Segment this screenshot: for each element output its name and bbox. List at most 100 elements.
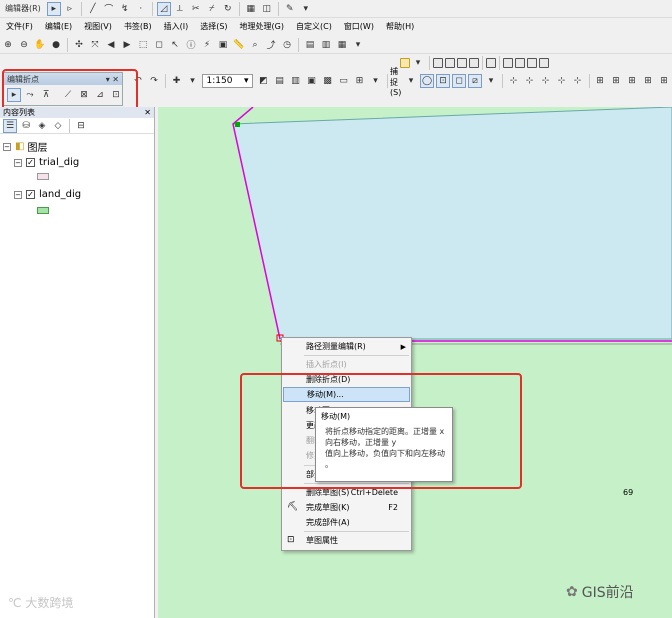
menu-edit[interactable]: 编辑(E) [39,20,78,34]
menu-help[interactable]: 帮助(H) [380,20,420,34]
zoom-in-icon[interactable]: ⊕ [1,38,15,52]
route-icon[interactable]: ⤴ [264,38,278,52]
python-icon[interactable]: ▭ [337,74,351,88]
table-5-icon[interactable]: ⊞ [657,74,671,88]
html-popup-icon[interactable]: ▣ [216,38,230,52]
edit-tool-icon[interactable]: ▸ [46,1,61,16]
layer-visibility-checkbox[interactable]: ✓ [26,190,35,199]
layer-symbol-swatch[interactable] [37,207,49,214]
map-canvas[interactable]: 69 [158,107,672,618]
modelbuilder-icon[interactable]: ⊞ [353,74,367,88]
edit-topology-icon[interactable] [433,58,443,68]
pan-icon[interactable]: ✋ [33,38,47,52]
measure-icon[interactable]: 📏 [232,38,246,52]
parcel-polygon[interactable] [232,107,672,340]
menu-item-finish-part[interactable]: 完成部件(A) [283,515,410,530]
table-2-icon[interactable]: ⊞ [609,74,623,88]
time-slider-icon[interactable]: ◷ [280,38,294,52]
list-by-visibility-icon[interactable]: ◈ [35,119,49,133]
select-features-icon[interactable]: ⬚ [136,38,150,52]
create-features-icon[interactable]: ✎ [283,2,297,16]
collapse-icon[interactable]: − [3,142,11,151]
full-extent-icon[interactable]: ● [49,38,63,52]
viewer-icon[interactable]: ▤ [303,38,317,52]
trace-icon[interactable]: ↯ [118,2,132,16]
more-icon[interactable]: ▾ [369,74,383,88]
layer-visibility-checkbox[interactable]: ✓ [26,158,35,167]
search-icon[interactable]: ▣ [305,74,319,88]
add-data-dropdown-icon[interactable]: ▾ [185,74,199,88]
fix-topology-icon[interactable] [469,58,479,68]
sketch-start-vertex[interactable] [235,122,240,127]
error-inspector-icon[interactable] [457,58,467,68]
table-icon[interactable]: ⊞ [593,74,607,88]
find-icon[interactable]: ⌕ [248,38,262,52]
shared-features-icon[interactable] [503,58,513,68]
vertex-snapping-icon[interactable]: ◻ [452,74,467,88]
overview-icon[interactable]: ▥ [319,38,333,52]
menu-insert[interactable]: 插入(I) [158,20,195,34]
menu-bookmarks[interactable]: 书签(B) [118,20,158,34]
map-scale-combo[interactable]: 1:150 ▾ [202,74,253,88]
editor-toolbar-icon[interactable]: ◩ [257,74,271,88]
layer-symbol-swatch[interactable] [37,173,49,180]
edge-snapping-icon[interactable]: ⧄ [468,74,483,88]
menu-geoprocessing[interactable]: 地理处理(G) [234,20,290,34]
list-by-drawing-order-icon[interactable]: ☰ [3,118,17,133]
fixed-zoom-in-icon[interactable]: ✣ [72,38,86,52]
rotate-icon[interactable]: ↻ [221,2,235,16]
layer-land-dig[interactable]: − ✓ land_dig [14,189,81,200]
point-snapping-icon[interactable]: ◯ [420,74,435,88]
more-icon[interactable]: ▾ [484,74,498,88]
forward-icon[interactable]: ▶ [120,38,134,52]
end-point-arc-icon[interactable]: ⌒ [102,2,116,16]
back-icon[interactable]: ◀ [104,38,118,52]
more-icon[interactable]: ▾ [351,38,365,52]
map-view[interactable]: 69 [158,107,672,618]
cut-polygons-icon[interactable]: ✂ [189,2,203,16]
list-by-source-icon[interactable]: ⛁ [19,119,33,133]
collapse-icon[interactable]: − [14,190,22,199]
menu-customize[interactable]: 自定义(C) [290,20,338,34]
zoom-out-icon[interactable]: ⊖ [17,38,31,52]
validate-topology-icon[interactable] [445,58,455,68]
split-icon[interactable]: ⌿ [205,2,219,16]
georef-4-icon[interactable]: ⊹ [555,74,569,88]
table-3-icon[interactable]: ⊞ [625,74,639,88]
select-elements-icon[interactable]: ↖ [168,38,182,52]
topology-tool-icon[interactable] [486,58,496,68]
straight-segment-icon[interactable]: ╱ [86,2,100,16]
menu-windows[interactable]: 窗口(W) [338,20,380,34]
select-topology-icon[interactable]: ▾ [411,56,425,70]
menu-selection[interactable]: 选择(S) [194,20,233,34]
menu-item-finish-sketch[interactable]: ⛏ 完成草图(K) F2 [283,500,410,515]
editor-menu[interactable]: 编辑器(R) [1,2,45,16]
topology-option-icon[interactable] [539,58,549,68]
snapping-label[interactable]: 捕捉(S) [390,66,403,97]
georef-2-icon[interactable]: ⊹ [523,74,537,88]
edit-annotation-icon[interactable]: ▹ [63,2,77,16]
menu-file[interactable]: 文件(F) [0,20,39,34]
catalog-icon[interactable]: ▥ [289,74,303,88]
identify-icon[interactable]: ⓘ [184,38,198,52]
options-icon[interactable]: ⊟ [74,119,88,133]
collapse-icon[interactable]: − [14,158,22,167]
more-icon[interactable]: ▾ [299,2,313,16]
close-icon[interactable]: ✕ [144,108,151,117]
georef-3-icon[interactable]: ⊹ [539,74,553,88]
attributes-icon[interactable]: ▦ [244,2,258,16]
arctoolbox-icon[interactable]: ▩ [321,74,335,88]
add-data-icon[interactable]: ✚ [169,74,183,88]
layer-trial-dig[interactable]: − ✓ trial_dig [14,157,79,168]
clear-selection-icon[interactable]: ◻ [152,38,166,52]
sketch-props-icon[interactable]: ◫ [260,2,274,16]
reshape-icon[interactable]: ⟂ [173,2,187,16]
toc-icon[interactable]: ▤ [273,74,287,88]
magnifier-icon[interactable]: ▦ [335,38,349,52]
edit-vertices-icon[interactable]: ◿ [156,1,171,16]
redo-icon[interactable]: ↷ [147,74,161,88]
georef-5-icon[interactable]: ⊹ [571,74,585,88]
menu-item-insert-vertex[interactable]: 插入折点(I) [283,357,410,372]
menu-item-route-measure[interactable]: 路径测量编辑(R) ▶ [283,339,410,354]
layers-group[interactable]: − ◧ 图层 [3,139,47,154]
